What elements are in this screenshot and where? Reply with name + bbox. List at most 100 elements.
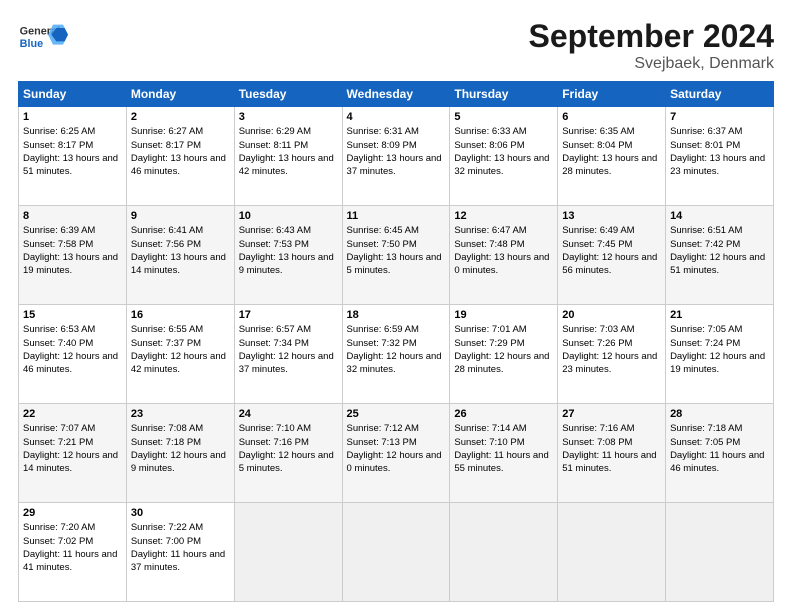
sunrise: Sunrise: 6:39 AM xyxy=(23,224,122,237)
week-row-3: 15 Sunrise: 6:53 AM Sunset: 7:40 PM Dayl… xyxy=(19,305,774,404)
sunset: Sunset: 7:18 PM xyxy=(131,436,230,449)
day-number: 20 xyxy=(562,308,661,323)
col-monday: Monday xyxy=(126,82,234,107)
header-row: Sunday Monday Tuesday Wednesday Thursday… xyxy=(19,82,774,107)
sunset: Sunset: 7:37 PM xyxy=(131,337,230,350)
day-number: 3 xyxy=(239,110,338,125)
header: General Blue September 2024 Svejbaek, De… xyxy=(18,18,774,73)
sunset: Sunset: 8:11 PM xyxy=(239,139,338,152)
sunrise: Sunrise: 7:12 AM xyxy=(347,422,446,435)
day-6: 6 Sunrise: 6:35 AM Sunset: 8:04 PM Dayli… xyxy=(558,107,666,206)
day-30: 30 Sunrise: 7:22 AM Sunset: 7:00 PM Dayl… xyxy=(126,503,234,602)
daylight: Daylight: 12 hours and 46 minutes. xyxy=(23,350,122,377)
day-1: 1 Sunrise: 6:25 AM Sunset: 8:17 PM Dayli… xyxy=(19,107,127,206)
sunrise: Sunrise: 6:41 AM xyxy=(131,224,230,237)
sunset: Sunset: 8:06 PM xyxy=(454,139,553,152)
day-number: 12 xyxy=(454,209,553,224)
day-number: 13 xyxy=(562,209,661,224)
day-number: 23 xyxy=(131,407,230,422)
daylight: Daylight: 12 hours and 23 minutes. xyxy=(562,350,661,377)
sunrise: Sunrise: 7:01 AM xyxy=(454,323,553,336)
sunset: Sunset: 7:13 PM xyxy=(347,436,446,449)
sunrise: Sunrise: 7:07 AM xyxy=(23,422,122,435)
day-2: 2 Sunrise: 6:27 AM Sunset: 8:17 PM Dayli… xyxy=(126,107,234,206)
day-number: 10 xyxy=(239,209,338,224)
day-3: 3 Sunrise: 6:29 AM Sunset: 8:11 PM Dayli… xyxy=(234,107,342,206)
day-number: 9 xyxy=(131,209,230,224)
sunset: Sunset: 7:21 PM xyxy=(23,436,122,449)
day-number: 2 xyxy=(131,110,230,125)
sunset: Sunset: 7:24 PM xyxy=(670,337,769,350)
day-9: 9 Sunrise: 6:41 AM Sunset: 7:56 PM Dayli… xyxy=(126,206,234,305)
day-number: 19 xyxy=(454,308,553,323)
sunrise: Sunrise: 7:22 AM xyxy=(131,521,230,534)
sunrise: Sunrise: 6:25 AM xyxy=(23,125,122,138)
day-number: 28 xyxy=(670,407,769,422)
daylight: Daylight: 12 hours and 42 minutes. xyxy=(131,350,230,377)
daylight: Daylight: 13 hours and 19 minutes. xyxy=(23,251,122,278)
daylight: Daylight: 12 hours and 28 minutes. xyxy=(454,350,553,377)
col-friday: Friday xyxy=(558,82,666,107)
logo: General Blue xyxy=(18,18,68,58)
daylight: Daylight: 12 hours and 0 minutes. xyxy=(347,449,446,476)
day-4: 4 Sunrise: 6:31 AM Sunset: 8:09 PM Dayli… xyxy=(342,107,450,206)
daylight: Daylight: 11 hours and 46 minutes. xyxy=(670,449,769,476)
day-number: 24 xyxy=(239,407,338,422)
sunset: Sunset: 7:45 PM xyxy=(562,238,661,251)
location: Svejbaek, Denmark xyxy=(529,55,774,73)
sunset: Sunset: 7:10 PM xyxy=(454,436,553,449)
empty-cell-5 xyxy=(666,503,774,602)
week-row-2: 8 Sunrise: 6:39 AM Sunset: 7:58 PM Dayli… xyxy=(19,206,774,305)
day-22: 22 Sunrise: 7:07 AM Sunset: 7:21 PM Dayl… xyxy=(19,404,127,503)
day-number: 27 xyxy=(562,407,661,422)
sunrise: Sunrise: 6:55 AM xyxy=(131,323,230,336)
sunset: Sunset: 7:26 PM xyxy=(562,337,661,350)
day-14: 14 Sunrise: 6:51 AM Sunset: 7:42 PM Dayl… xyxy=(666,206,774,305)
week-row-1: 1 Sunrise: 6:25 AM Sunset: 8:17 PM Dayli… xyxy=(19,107,774,206)
sunset: Sunset: 7:16 PM xyxy=(239,436,338,449)
day-19: 19 Sunrise: 7:01 AM Sunset: 7:29 PM Dayl… xyxy=(450,305,558,404)
sunrise: Sunrise: 6:33 AM xyxy=(454,125,553,138)
day-number: 17 xyxy=(239,308,338,323)
day-12: 12 Sunrise: 6:47 AM Sunset: 7:48 PM Dayl… xyxy=(450,206,558,305)
sunrise: Sunrise: 6:45 AM xyxy=(347,224,446,237)
day-10: 10 Sunrise: 6:43 AM Sunset: 7:53 PM Dayl… xyxy=(234,206,342,305)
svg-text:Blue: Blue xyxy=(20,38,43,50)
day-number: 8 xyxy=(23,209,122,224)
col-thursday: Thursday xyxy=(450,82,558,107)
sunset: Sunset: 7:02 PM xyxy=(23,535,122,548)
sunset: Sunset: 7:53 PM xyxy=(239,238,338,251)
day-number: 1 xyxy=(23,110,122,125)
empty-cell-4 xyxy=(558,503,666,602)
sunrise: Sunrise: 6:43 AM xyxy=(239,224,338,237)
day-27: 27 Sunrise: 7:16 AM Sunset: 7:08 PM Dayl… xyxy=(558,404,666,503)
sunset: Sunset: 7:32 PM xyxy=(347,337,446,350)
sunset: Sunset: 7:48 PM xyxy=(454,238,553,251)
col-wednesday: Wednesday xyxy=(342,82,450,107)
sunset: Sunset: 7:50 PM xyxy=(347,238,446,251)
daylight: Daylight: 12 hours and 14 minutes. xyxy=(23,449,122,476)
sunrise: Sunrise: 7:20 AM xyxy=(23,521,122,534)
day-number: 5 xyxy=(454,110,553,125)
day-number: 26 xyxy=(454,407,553,422)
day-16: 16 Sunrise: 6:55 AM Sunset: 7:37 PM Dayl… xyxy=(126,305,234,404)
day-23: 23 Sunrise: 7:08 AM Sunset: 7:18 PM Dayl… xyxy=(126,404,234,503)
sunrise: Sunrise: 6:49 AM xyxy=(562,224,661,237)
daylight: Daylight: 12 hours and 9 minutes. xyxy=(131,449,230,476)
empty-cell-3 xyxy=(450,503,558,602)
daylight: Daylight: 13 hours and 32 minutes. xyxy=(454,152,553,179)
day-20: 20 Sunrise: 7:03 AM Sunset: 7:26 PM Dayl… xyxy=(558,305,666,404)
sunrise: Sunrise: 7:10 AM xyxy=(239,422,338,435)
calendar-table: Sunday Monday Tuesday Wednesday Thursday… xyxy=(18,81,774,602)
week-row-4: 22 Sunrise: 7:07 AM Sunset: 7:21 PM Dayl… xyxy=(19,404,774,503)
empty-cell-2 xyxy=(342,503,450,602)
day-11: 11 Sunrise: 6:45 AM Sunset: 7:50 PM Dayl… xyxy=(342,206,450,305)
sunset: Sunset: 7:29 PM xyxy=(454,337,553,350)
day-number: 16 xyxy=(131,308,230,323)
day-25: 25 Sunrise: 7:12 AM Sunset: 7:13 PM Dayl… xyxy=(342,404,450,503)
daylight: Daylight: 13 hours and 28 minutes. xyxy=(562,152,661,179)
daylight: Daylight: 12 hours and 32 minutes. xyxy=(347,350,446,377)
week-row-5: 29 Sunrise: 7:20 AM Sunset: 7:02 PM Dayl… xyxy=(19,503,774,602)
sunset: Sunset: 7:56 PM xyxy=(131,238,230,251)
daylight: Daylight: 13 hours and 9 minutes. xyxy=(239,251,338,278)
